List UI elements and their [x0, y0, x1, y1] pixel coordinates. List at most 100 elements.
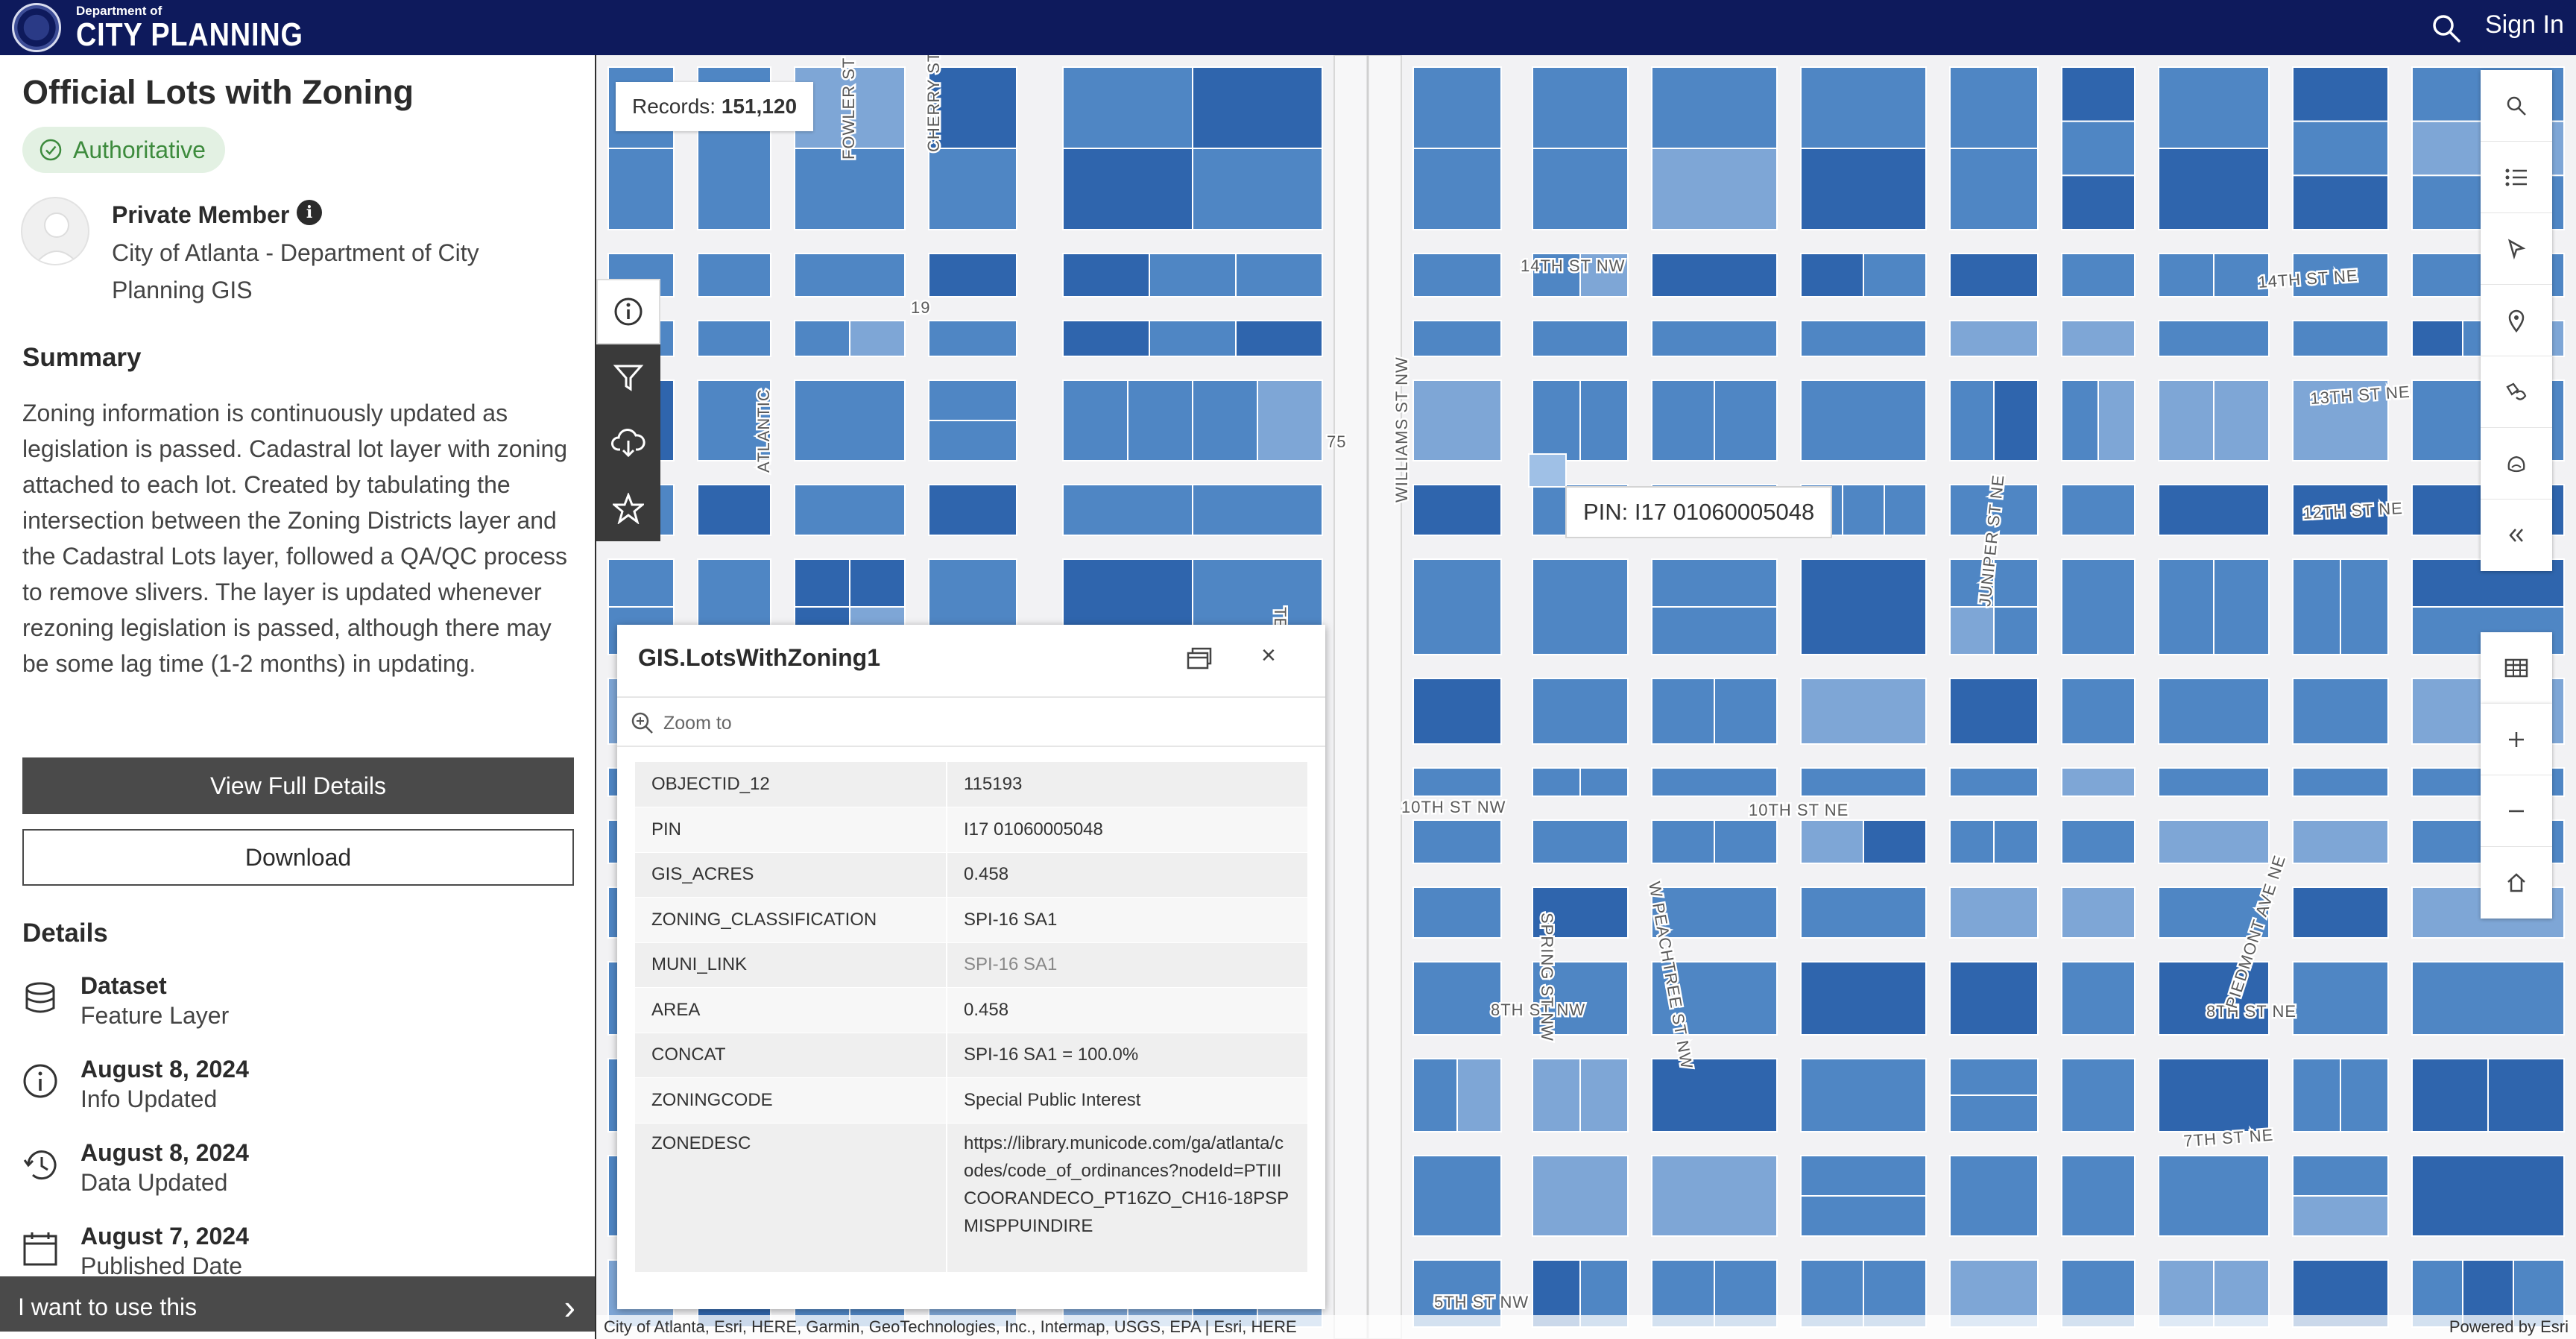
- map-lot: [1532, 1058, 1581, 1132]
- map-lot: [1842, 484, 1885, 536]
- view-full-details-button[interactable]: View Full Details: [22, 757, 574, 814]
- popup-title: GIS.LotsWithZoning1: [638, 644, 880, 671]
- map-lot: [1800, 148, 1927, 230]
- map-lot: [2158, 1058, 2270, 1132]
- map-lot: [1651, 678, 1715, 745]
- attr-value: 0.458: [947, 987, 1307, 1033]
- map-lot: [2292, 1058, 2341, 1132]
- map-lot: [697, 484, 771, 536]
- map-lot: [2340, 558, 2389, 655]
- street-label: CHERRY ST: [924, 55, 943, 152]
- street-label: ATLANTIC: [754, 388, 773, 473]
- map-lot: [2292, 174, 2389, 230]
- map-lot: [2158, 1155, 2270, 1237]
- detail-info-updated-main: August 8, 2024: [80, 1056, 249, 1083]
- map-lot: [794, 253, 906, 297]
- download-button[interactable]: Download: [22, 829, 574, 886]
- zoom-in-icon: [631, 712, 653, 734]
- map-lot: [1800, 1058, 1927, 1132]
- map-lot: [1949, 767, 2039, 797]
- powered-by-esri[interactable]: Powered by Esri: [2449, 1315, 2569, 1339]
- page-title: Official Lots with Zoning: [22, 73, 414, 111]
- dock-icon[interactable]: [1184, 644, 1213, 674]
- map-lot: [1949, 819, 1995, 864]
- map-lot: [1800, 886, 1927, 939]
- select-button[interactable]: [2481, 213, 2552, 285]
- attr-key: MUNI_LINK: [635, 942, 947, 988]
- map-lot: [2292, 886, 2389, 939]
- info-tool-button[interactable]: [596, 279, 660, 344]
- map-lot: [1949, 66, 2039, 149]
- table-row: ZONING_CLASSIFICATION SPI-16 SA1: [635, 897, 1307, 943]
- table-row: GIS_ACRES 0.458: [635, 852, 1307, 898]
- map-lot: [2061, 678, 2135, 745]
- attr-key: OBJECTID_12: [635, 762, 947, 807]
- map-lot: [2158, 767, 2270, 797]
- map-lot: [1192, 379, 1258, 461]
- map-lot: [1800, 1195, 1927, 1237]
- map-lot: [1800, 767, 1927, 797]
- table-toolbar: [2481, 632, 2552, 704]
- zoom-out-button[interactable]: [2481, 775, 2552, 847]
- map-lot: [1235, 253, 1323, 297]
- city-planning-logo[interactable]: Department of CITY PLANNING: [12, 3, 340, 52]
- feature-popup[interactable]: GIS.LotsWithZoning1 × Zoom to OBJECTID_1…: [617, 625, 1325, 1309]
- locate-button[interactable]: [2481, 285, 2552, 356]
- list-icon: [2505, 168, 2527, 186]
- home-button[interactable]: [2481, 847, 2552, 919]
- map-lot: [1651, 606, 1778, 655]
- muni-link[interactable]: SPI-16 SA1: [947, 942, 1307, 988]
- map-view[interactable]: 14TH ST NW 14TH ST NE 13TH ST NE 12TH ST NE…: [596, 55, 2576, 1339]
- map-lot: [2340, 1058, 2389, 1132]
- search-widget-button[interactable]: [2481, 70, 2552, 142]
- attr-key: ZONING_CLASSIFICATION: [635, 897, 947, 943]
- attr-key: GIS_ACRES: [635, 852, 947, 898]
- map-lot: [1651, 1155, 1778, 1237]
- detail-data-updated: August 8, 2024 Data Updated: [22, 1139, 574, 1214]
- logo-big-text: CITY PLANNING: [76, 16, 303, 53]
- street-label: 75: [1327, 432, 1346, 451]
- sign-in-link[interactable]: Sign In: [2485, 10, 2564, 40]
- collapse-toolbar-button[interactable]: [2481, 500, 2552, 571]
- map-lot: [1651, 379, 1715, 461]
- attr-value: https://library.municode.com/ga/atlanta/…: [947, 1123, 1307, 1273]
- favorite-tool-button[interactable]: [596, 476, 660, 541]
- map-lot: [1651, 1058, 1778, 1132]
- map-lot: [607, 148, 675, 230]
- map-lot: [1993, 558, 2039, 608]
- map-lot: [1714, 379, 1778, 461]
- map-lot: [2292, 767, 2389, 797]
- attr-key: ZONEDESC: [635, 1123, 947, 1273]
- map-lot: [928, 148, 1017, 230]
- selected-lot[interactable]: [1528, 453, 1567, 488]
- map-lot: [928, 484, 1017, 536]
- download-tool-button[interactable]: [596, 410, 660, 476]
- legend-button[interactable]: [2481, 142, 2552, 213]
- map-lot: [1412, 379, 1502, 461]
- calendar-icon: [23, 1232, 57, 1266]
- info-icon[interactable]: i: [297, 200, 322, 225]
- search-icon[interactable]: [2431, 13, 2461, 43]
- street-label: 14TH ST NW: [1521, 256, 1625, 275]
- detail-dataset-sub: Feature Layer: [80, 1002, 230, 1029]
- double-chevron-left-icon: [2509, 529, 2523, 542]
- map-lot: [1532, 320, 1629, 357]
- attr-value: 0.458: [947, 852, 1307, 898]
- measure-button[interactable]: [2481, 356, 2552, 428]
- zoom-to-button[interactable]: Zoom to: [617, 696, 1325, 747]
- star-icon: [613, 493, 644, 524]
- basemap-icon: [2507, 456, 2525, 472]
- basemap-button[interactable]: [2481, 428, 2552, 500]
- map-lot: [1412, 484, 1502, 536]
- attribute-table-button[interactable]: [2481, 632, 2552, 704]
- street-label: 8TH ST NE: [2206, 1002, 2296, 1021]
- zoom-in-button[interactable]: [2481, 704, 2552, 775]
- attr-value: SPI-16 SA1 = 100.0%: [947, 1033, 1307, 1078]
- check-circle-icon: [40, 139, 62, 161]
- map-lot: [849, 320, 906, 357]
- i-want-to-use-this-button[interactable]: I want to use this ›: [0, 1276, 596, 1332]
- filter-tool-button[interactable]: [596, 344, 660, 410]
- close-icon[interactable]: ×: [1261, 641, 1276, 670]
- cursor-icon: [2507, 238, 2526, 259]
- map-lot: [2158, 819, 2270, 864]
